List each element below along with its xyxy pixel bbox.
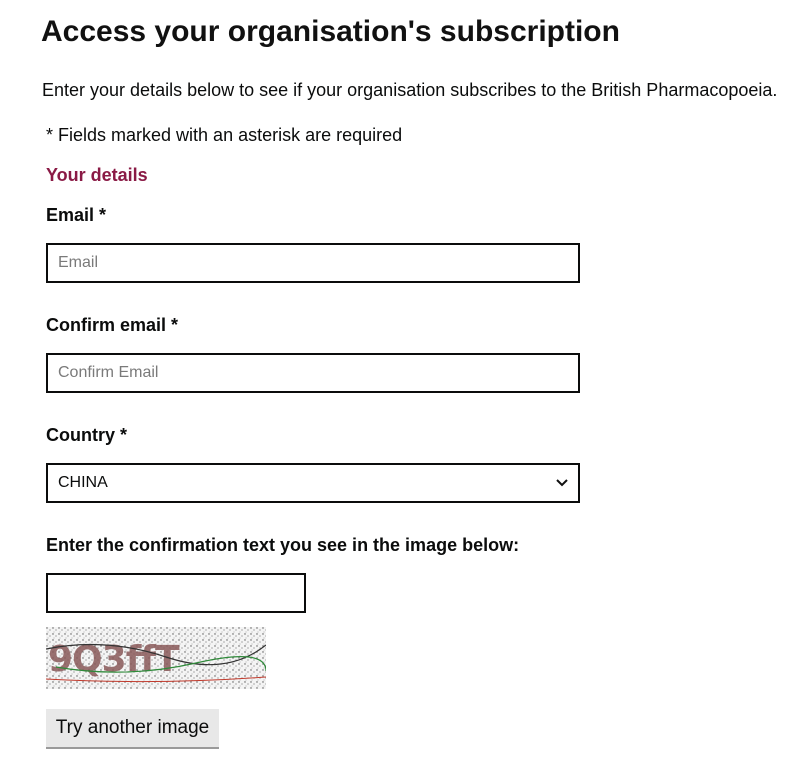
required-fields-note: * Fields marked with an asterisk are req… — [46, 125, 403, 145]
email-label: Email * — [46, 204, 106, 226]
country-required-marker: * — [120, 425, 128, 445]
country-select[interactable]: CHINA — [46, 463, 580, 503]
country-label-text: Country — [46, 425, 115, 445]
intro-text: Enter your details below to see if your … — [42, 80, 778, 100]
country-selected-value: CHINA — [58, 474, 108, 491]
captcha-image: 9Q3ffT — [46, 627, 266, 689]
confirm-email-required-marker: * — [171, 315, 179, 335]
country-label: Country * — [46, 424, 127, 446]
confirm-email-field[interactable] — [46, 353, 580, 393]
email-required-marker: * — [99, 205, 107, 225]
chevron-down-icon — [552, 473, 572, 493]
email-field[interactable] — [46, 243, 580, 283]
page-title: Access your organisation's subscription — [41, 15, 620, 48]
confirm-email-label: Confirm email * — [46, 314, 178, 336]
captcha-input[interactable] — [46, 573, 306, 613]
confirm-email-label-text: Confirm email — [46, 315, 167, 335]
section-heading-your-details: Your details — [46, 165, 148, 185]
email-label-text: Email — [46, 205, 95, 225]
captcha-label: Enter the confirmation text you see in t… — [46, 535, 520, 555]
try-another-image-button[interactable]: Try another image — [46, 709, 219, 749]
